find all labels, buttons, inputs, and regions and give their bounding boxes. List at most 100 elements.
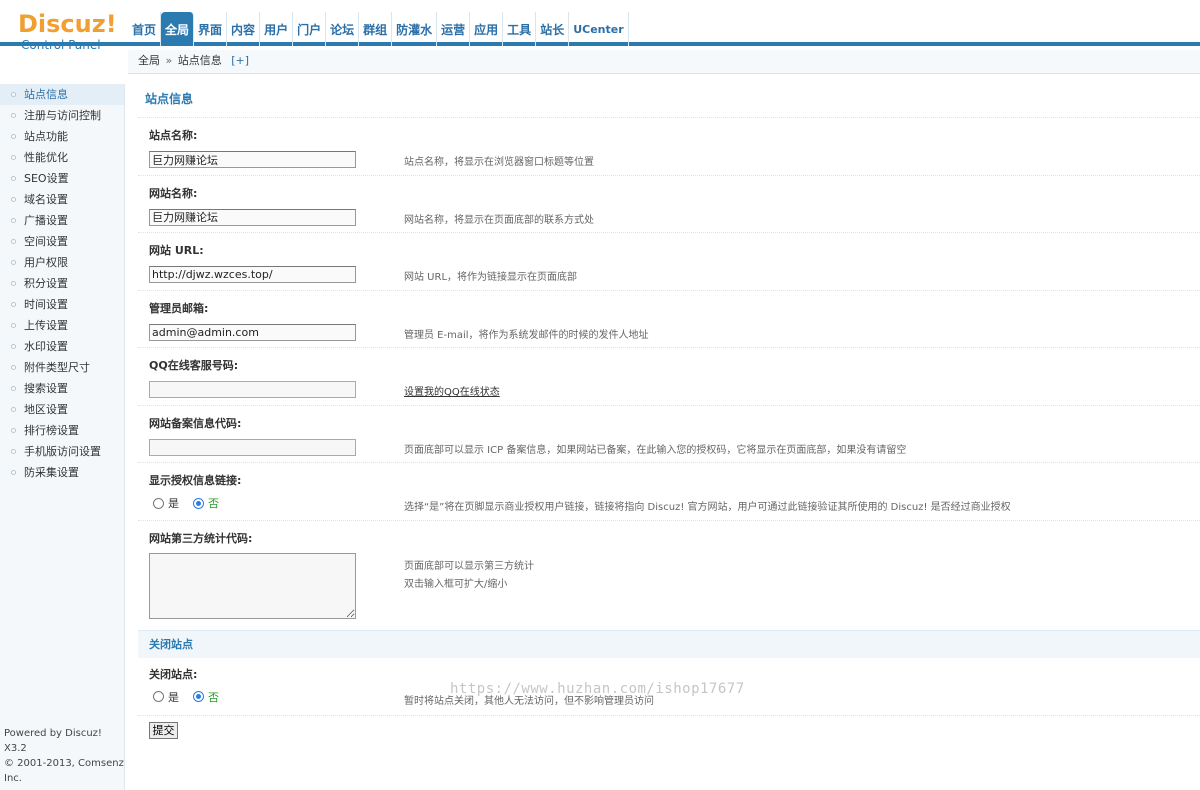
breadcrumb: 全局 » 站点信息 [+] <box>128 50 1200 74</box>
nav-users[interactable]: 用户 <box>260 12 294 46</box>
sidebar-item-upload[interactable]: 上传设置 <box>0 315 124 336</box>
qq-service-input[interactable] <box>149 381 356 398</box>
sidebar-item-site-info[interactable]: 站点信息 <box>0 84 124 105</box>
sidebar-item-search[interactable]: 搜索设置 <box>0 378 124 399</box>
nav-home[interactable]: 首页 <box>128 12 162 46</box>
sidebar-item-label: 附件类型尺寸 <box>24 361 90 374</box>
field-row-stats-code: 网站第三方统计代码: 页面底部可以显示第三方统计 双击输入框可扩大/缩小 <box>138 521 1200 630</box>
stats-code-textarea[interactable] <box>149 552 356 619</box>
breadcrumb-current: 站点信息 <box>177 54 222 67</box>
sidebar-item-region[interactable]: 地区设置 <box>0 399 124 420</box>
bullet-icon <box>11 323 16 328</box>
bullet-icon <box>11 407 16 412</box>
bullet-icon <box>11 260 16 265</box>
qq-status-link[interactable]: 设置我的QQ在线状态 <box>404 387 500 398</box>
field-description: 选择“是”将在页脚显示商业授权用户链接，链接将指向 Discuz! 官方网站，用… <box>404 502 1011 513</box>
nav-admin[interactable]: 站长 <box>536 12 570 46</box>
website-name-input[interactable] <box>149 208 356 226</box>
sidebar-item-label: 时间设置 <box>24 298 68 311</box>
sidebar-item-label: 地区设置 <box>24 403 68 416</box>
sidebar-item-ranking[interactable]: 排行榜设置 <box>0 420 124 441</box>
sidebar-item-broadcast[interactable]: 广播设置 <box>0 210 124 231</box>
website-url-input[interactable] <box>149 266 356 283</box>
field-row-qq-service: QQ在线客服号码: 设置我的QQ在线状态 <box>138 348 1200 406</box>
field-label: 网站备案信息代码: <box>149 416 242 430</box>
sidebar-item-label: 积分设置 <box>24 277 68 290</box>
bullet-icon <box>11 197 16 202</box>
bullet-icon <box>11 386 16 391</box>
nav-portal[interactable]: 门户 <box>293 12 327 46</box>
sidebar-item-register-access[interactable]: 注册与访问控制 <box>0 105 124 126</box>
sidebar-item-label: 注册与访问控制 <box>24 109 101 122</box>
nav-groups[interactable]: 群组 <box>359 12 393 46</box>
top-nav: 首页 全局 界面 内容 用户 门户 论坛 群组 防灌水 运营 应用 工具 站长 … <box>128 12 629 46</box>
field-label: 显示授权信息链接: <box>149 474 242 487</box>
field-description: 网站 URL，将作为链接显示在页面底部 <box>404 272 578 283</box>
sidebar-item-label: 防采集设置 <box>24 466 79 479</box>
license-yes-radio[interactable] <box>153 497 164 509</box>
field-description: 页面底部可以显示第三方统计 <box>404 560 534 572</box>
icp-code-input[interactable] <box>149 438 356 456</box>
sidebar-item-time[interactable]: 时间设置 <box>0 294 124 315</box>
logo-sub: Control Panel <box>21 38 101 52</box>
sidebar-item-seo[interactable]: SEO设置 <box>0 168 124 189</box>
sidebar-item-performance[interactable]: 性能优化 <box>0 147 124 168</box>
nav-operations[interactable]: 运营 <box>437 12 471 46</box>
nav-interface[interactable]: 界面 <box>194 12 228 46</box>
sidebar-item-label: 用户权限 <box>24 256 68 269</box>
close-no-radio[interactable] <box>193 691 204 702</box>
field-label: 关闭站点: <box>149 667 198 681</box>
logo[interactable]: Discuz! Control Panel <box>18 12 117 52</box>
site-name-input[interactable] <box>149 151 356 168</box>
field-description-hint: 双击输入框可扩大/缩小 <box>404 578 508 590</box>
sidebar-item-domain[interactable]: 域名设置 <box>0 189 124 210</box>
field-label: 管理员邮箱: <box>149 301 209 315</box>
page-title: 站点信息 <box>138 84 1200 118</box>
sidebar-item-label: 性能优化 <box>24 151 68 164</box>
sidebar-item-attachment-types[interactable]: 附件类型尺寸 <box>0 357 124 378</box>
nav-apps[interactable]: 应用 <box>470 12 504 46</box>
radio-label-yes: 是 <box>168 690 179 704</box>
field-row-website-url: 网站 URL: 网站 URL，将作为链接显示在页面底部 <box>138 233 1200 291</box>
field-description: 暂时将站点关闭，其他人无法访问，但不影响管理员访问 <box>404 695 654 707</box>
sidebar-item-watermark[interactable]: 水印设置 <box>0 336 124 357</box>
sidebar-item-mobile[interactable]: 手机版访问设置 <box>0 441 124 462</box>
powered-by: Powered by Discuz! X3.2 <box>4 728 102 754</box>
nav-antispam[interactable]: 防灌水 <box>392 12 438 46</box>
logo-main: Discuz! <box>18 10 117 38</box>
field-label: 站点名称: <box>149 129 198 142</box>
breadcrumb-add-button[interactable]: [+] <box>231 54 249 67</box>
sidebar-item-space[interactable]: 空间设置 <box>0 231 124 252</box>
field-row-site-name: 站点名称: 站点名称，将显示在浏览器窗口标题等位置 <box>138 118 1200 176</box>
field-description: 站点名称，将显示在浏览器窗口标题等位置 <box>404 157 594 168</box>
main-content: 站点信息 站点名称: 站点名称，将显示在浏览器窗口标题等位置 网站名称: 网站名… <box>138 84 1200 746</box>
sidebar-item-label: 站点功能 <box>24 130 68 143</box>
close-yes-radio[interactable] <box>153 691 164 702</box>
field-description: 页面底部可以显示 ICP 备案信息，如果网站已备案，在此输入您的授权码，它将显示… <box>404 444 907 456</box>
bullet-icon <box>11 176 16 181</box>
sidebar-item-anti-scrape[interactable]: 防采集设置 <box>0 462 124 483</box>
nav-global[interactable]: 全局 <box>161 12 195 46</box>
sidebar-item-site-features[interactable]: 站点功能 <box>0 126 124 147</box>
nav-forum[interactable]: 论坛 <box>326 12 360 46</box>
sidebar-item-credits[interactable]: 积分设置 <box>0 273 124 294</box>
sidebar-item-user-permissions[interactable]: 用户权限 <box>0 252 124 273</box>
bullet-icon <box>11 134 16 139</box>
submit-area: 提交 <box>138 716 1200 746</box>
nav-ucenter[interactable]: UCenter <box>569 12 629 46</box>
submit-button[interactable]: 提交 <box>149 721 178 739</box>
nav-tools[interactable]: 工具 <box>503 12 537 46</box>
header: Discuz! Control Panel 首页 全局 界面 内容 用户 门户 … <box>0 0 1200 52</box>
bullet-icon <box>11 428 16 433</box>
license-radio-group: 是 否 <box>153 495 233 511</box>
field-label: QQ在线客服号码: <box>149 359 239 372</box>
license-no-radio[interactable] <box>193 497 204 509</box>
bullet-icon <box>11 218 16 223</box>
radio-label-no: 否 <box>208 497 219 510</box>
nav-content[interactable]: 内容 <box>227 12 261 46</box>
admin-email-input[interactable] <box>149 323 356 341</box>
sidebar-item-label: 空间设置 <box>24 235 68 248</box>
sidebar-item-label: 站点信息 <box>24 88 68 101</box>
field-label: 网站 URL: <box>149 244 204 257</box>
breadcrumb-root[interactable]: 全局 <box>138 54 160 67</box>
